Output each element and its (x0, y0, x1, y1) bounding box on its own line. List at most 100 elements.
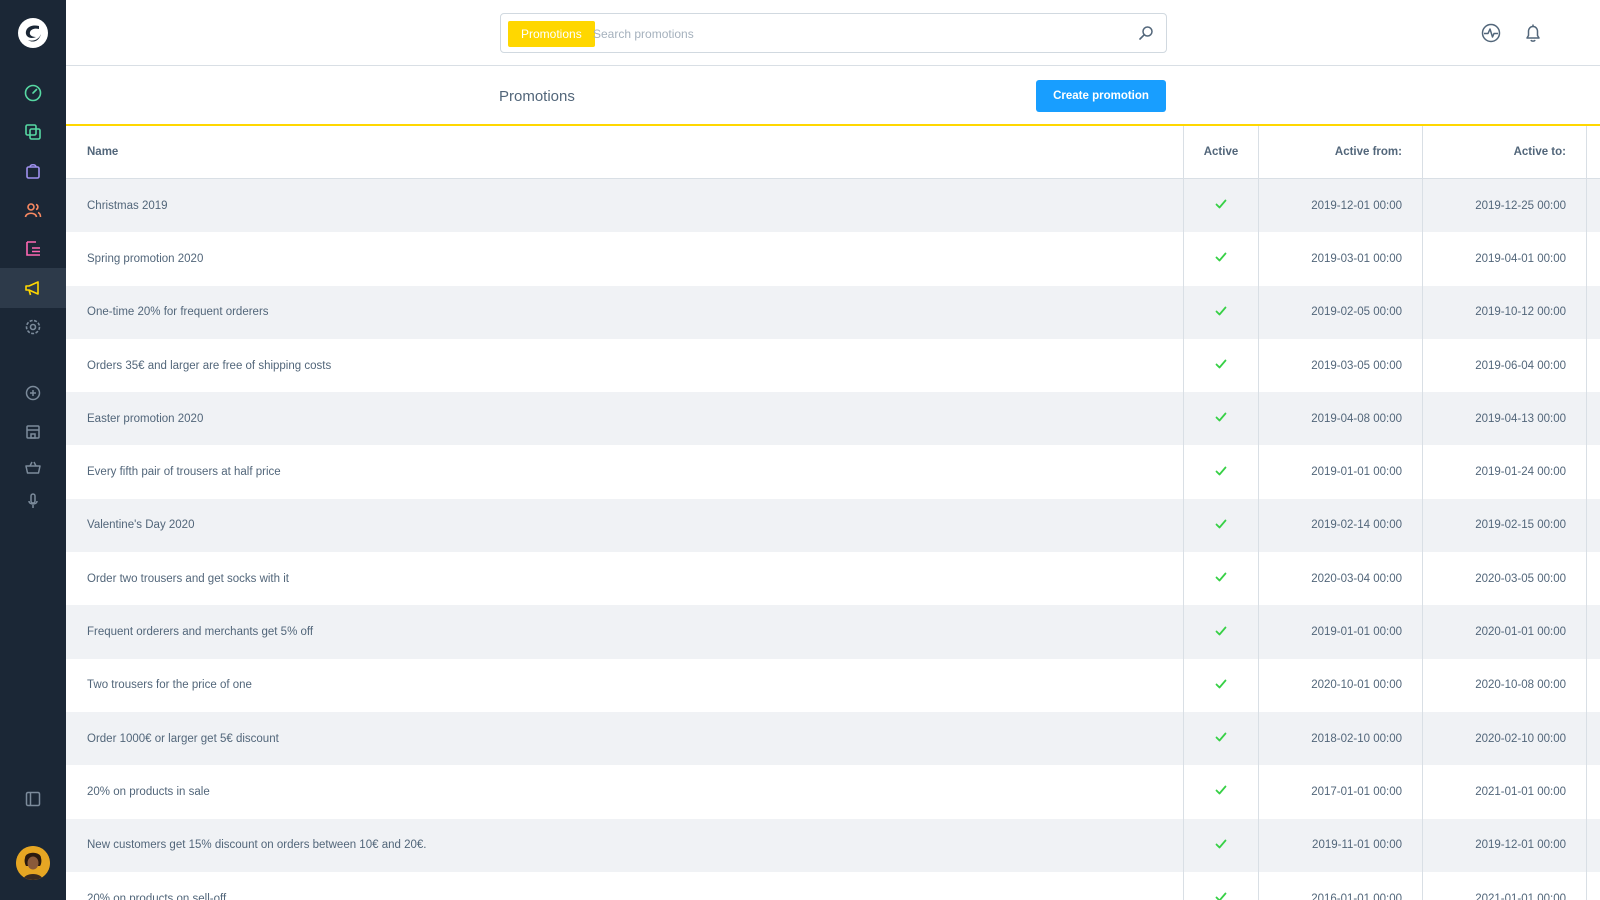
activity-icon[interactable] (1480, 22, 1502, 44)
row-actions-button[interactable]: ··· (1586, 338, 1600, 393)
row-actions-button[interactable]: ··· (1586, 871, 1600, 900)
check-icon (1215, 465, 1227, 480)
promotions-table: Name Active Active from: Active to: ··· … (66, 126, 1600, 900)
content-icon (26, 241, 40, 256)
nav-content[interactable] (0, 229, 66, 269)
promotion-name-link[interactable]: New customers get 15% discount on orders… (66, 819, 1183, 872)
row-actions-button[interactable]: ··· (1586, 552, 1600, 606)
search-input[interactable] (593, 22, 1113, 46)
table-row[interactable]: Order two trousers and get socks with it… (66, 552, 1600, 606)
row-actions-button[interactable]: ··· (1586, 818, 1600, 872)
table-header: Name Active Active from: Active to: ··· (66, 126, 1600, 179)
table-row[interactable]: Frequent orderers and merchants get 5% o… (66, 605, 1600, 659)
promotion-name-link[interactable]: Easter promotion 2020 (66, 392, 1183, 445)
nav-products[interactable] (0, 112, 66, 152)
active-cell (1183, 711, 1258, 766)
active-cell (1183, 818, 1258, 872)
promotion-name-link[interactable]: Every fifth pair of trousers at half pri… (66, 445, 1183, 498)
microphone-icon (28, 493, 38, 508)
check-icon (1215, 251, 1227, 266)
active-from-cell: 2019-01-01 00:00 (1258, 445, 1422, 499)
basket-icon (25, 461, 41, 474)
settings-icon (25, 319, 41, 335)
promotion-name-link[interactable]: One-time 20% for frequent orderers (66, 286, 1183, 339)
active-from-cell: 2019-03-05 00:00 (1258, 338, 1422, 393)
promotion-name-link[interactable]: 20% on products on sell-off (66, 872, 1183, 900)
table-row[interactable]: Two trousers for the price of one 2020-10… (66, 658, 1600, 712)
nav-customers[interactable] (0, 190, 66, 230)
column-header-active-to[interactable]: Active to: (1422, 126, 1586, 178)
active-cell (1183, 445, 1258, 499)
check-icon (1215, 678, 1227, 693)
column-header-active-from[interactable]: Active from: (1258, 126, 1422, 178)
row-actions-button[interactable]: ··· (1586, 658, 1600, 712)
search-icon[interactable] (1138, 25, 1154, 41)
shopware-logo[interactable] (17, 17, 49, 49)
active-cell (1183, 765, 1258, 819)
promotion-name-link[interactable]: Order two trousers and get socks with it (66, 552, 1183, 605)
check-icon (1215, 838, 1227, 853)
nav-add[interactable] (0, 373, 66, 413)
table-row[interactable]: One-time 20% for frequent orderers 2019-0… (66, 285, 1600, 339)
check-icon (1215, 784, 1227, 799)
promotion-name-link[interactable]: Two trousers for the price of one (66, 659, 1183, 712)
check-icon (1215, 571, 1227, 586)
active-from-cell: 2018-02-10 00:00 (1258, 711, 1422, 766)
row-actions-button[interactable]: ··· (1586, 392, 1600, 446)
table-row[interactable]: Christmas 2019 2019-12-01 00:00 2019-12-25… (66, 179, 1600, 233)
active-from-cell: 2019-03-01 00:00 (1258, 232, 1422, 286)
column-settings-button[interactable]: ··· (1586, 126, 1600, 178)
promotion-name-link[interactable]: Christmas 2019 (66, 179, 1183, 232)
promotion-name-link[interactable]: Spring promotion 2020 (66, 232, 1183, 285)
nav-marketing[interactable] (0, 268, 66, 308)
nav-orders[interactable] (0, 151, 66, 191)
row-actions-button[interactable]: ··· (1586, 498, 1600, 553)
create-promotion-button[interactable]: Create promotion (1036, 80, 1166, 112)
column-header-active[interactable]: Active (1183, 126, 1258, 178)
nav-dashboard[interactable] (0, 73, 66, 113)
row-actions-button[interactable]: ··· (1586, 232, 1600, 286)
collapse-sidebar-icon (25, 791, 41, 807)
search-type-tag[interactable]: Promotions (508, 21, 595, 47)
active-cell (1183, 871, 1258, 900)
add-icon (25, 385, 41, 401)
nav-storefront[interactable] (0, 412, 66, 452)
nav-microphone[interactable] (0, 481, 66, 521)
table-row[interactable]: 20% on products on sell-off 2016-01-01 00… (66, 871, 1600, 900)
sidebar (0, 0, 66, 900)
promotion-name-link[interactable]: Order 1000€ or larger get 5€ discount (66, 712, 1183, 765)
global-search[interactable]: Promotions (500, 13, 1167, 53)
active-to-cell: 2020-01-01 00:00 (1422, 605, 1586, 659)
products-icon (25, 124, 41, 140)
active-cell (1183, 285, 1258, 339)
active-to-cell: 2020-02-10 00:00 (1422, 711, 1586, 766)
promotion-name-link[interactable]: Valentine's Day 2020 (66, 499, 1183, 552)
table-row[interactable]: Valentine's Day 2020 2019-02-14 00:00 2019… (66, 498, 1600, 553)
active-to-cell: 2019-04-01 00:00 (1422, 232, 1586, 286)
active-to-cell: 2021-01-01 00:00 (1422, 871, 1586, 900)
table-row[interactable]: Easter promotion 2020 2019-04-08 00:00 201… (66, 392, 1600, 446)
table-row[interactable]: Orders 35€ and larger are free of shippi… (66, 338, 1600, 393)
bell-icon[interactable] (1522, 22, 1544, 44)
nav-settings[interactable] (0, 307, 66, 347)
table-row[interactable]: Spring promotion 2020 2019-03-01 00:00 201… (66, 232, 1600, 286)
collapse-sidebar-button[interactable] (0, 779, 66, 819)
table-row[interactable]: Order 1000€ or larger get 5€ discount 201… (66, 711, 1600, 766)
table-row[interactable]: New customers get 15% discount on orders… (66, 818, 1600, 872)
row-actions-button[interactable]: ··· (1586, 765, 1600, 819)
promotion-name-link[interactable]: 20% on products in sale (66, 765, 1183, 818)
promotion-name-link[interactable]: Frequent orderers and merchants get 5% o… (66, 605, 1183, 658)
active-cell (1183, 392, 1258, 446)
table-row[interactable]: 20% on products in sale 2017-01-01 00:00 2… (66, 765, 1600, 819)
row-actions-button[interactable]: ··· (1586, 711, 1600, 766)
row-actions-button[interactable]: ··· (1586, 605, 1600, 659)
marketing-icon (25, 281, 39, 296)
table-row[interactable]: Every fifth pair of trousers at half pri… (66, 445, 1600, 499)
active-to-cell: 2020-03-05 00:00 (1422, 552, 1586, 606)
column-header-name[interactable]: Name (66, 126, 1183, 178)
promotion-name-link[interactable]: Orders 35€ and larger are free of shippi… (66, 339, 1183, 392)
row-actions-button[interactable]: ··· (1586, 179, 1600, 233)
avatar[interactable] (16, 846, 50, 880)
row-actions-button[interactable]: ··· (1586, 445, 1600, 499)
row-actions-button[interactable]: ··· (1586, 285, 1600, 339)
